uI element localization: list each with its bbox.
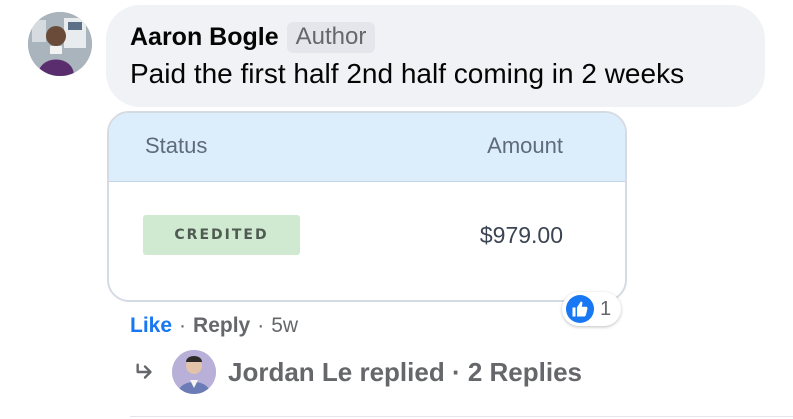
- author-avatar[interactable]: [28, 12, 92, 76]
- reaction-summary[interactable]: 1: [562, 292, 622, 326]
- separator: ·: [179, 314, 187, 337]
- like-button[interactable]: Like: [130, 314, 172, 338]
- status-badge: CREDITED: [143, 215, 300, 255]
- author-badge: Author: [286, 22, 376, 53]
- thumbs-up-icon: [566, 295, 594, 323]
- reply-button[interactable]: Reply: [193, 314, 250, 338]
- reply-arrow-icon: [136, 363, 152, 379]
- comment-text: Paid the first half 2nd half coming in 2…: [130, 58, 685, 89]
- separator: ·: [257, 314, 265, 337]
- status-column-header: Status: [145, 133, 208, 158]
- comment-bubble: [106, 5, 765, 107]
- replies-summary[interactable]: Jordan Le replied · 2 Replies: [228, 357, 582, 388]
- comment-timestamp[interactable]: 5w: [271, 314, 298, 338]
- author-row: Aaron Bogle Author: [130, 22, 376, 53]
- attached-image[interactable]: Status Amount CREDITED $979.00: [107, 111, 627, 302]
- replier-avatar: [172, 350, 216, 394]
- view-replies-link[interactable]: Jordan Le replied · 2 Replies: [134, 350, 582, 394]
- comment-thread: Aaron Bogle Author Paid the first half 2…: [0, 0, 793, 419]
- comment-actions: Like · Reply · 5w: [130, 314, 298, 338]
- amount-value: $979.00: [479, 222, 563, 248]
- amount-column-header: Amount: [487, 133, 563, 158]
- author-name[interactable]: Aaron Bogle: [130, 23, 279, 52]
- divider: [130, 416, 793, 417]
- reaction-count: 1: [600, 297, 612, 320]
